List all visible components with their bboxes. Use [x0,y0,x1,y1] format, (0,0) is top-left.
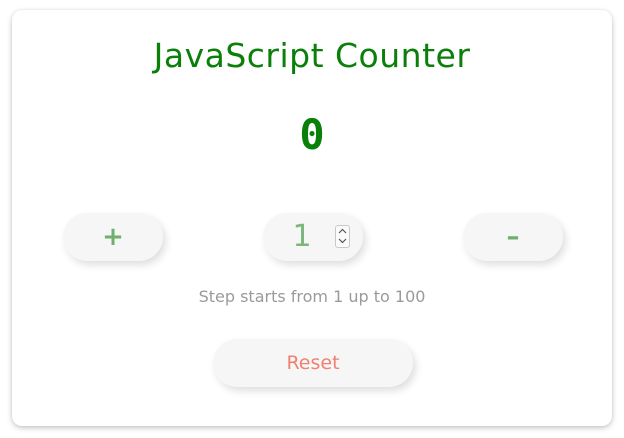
increment-button[interactable]: + [63,213,163,261]
page-title: JavaScript Counter [153,36,471,75]
reset-button-label: Reset [286,352,340,374]
step-hint: Step starts from 1 up to 100 [198,287,426,306]
step-spinner[interactable] [335,225,350,248]
chevron-up-icon[interactable] [336,226,349,236]
plus-sign: + [102,222,124,252]
counter-card: JavaScript Counter 0 + 1 – Step starts f… [12,10,612,426]
step-input-value[interactable]: 1 [289,218,315,256]
counter-value: 0 [299,110,325,159]
step-input[interactable]: 1 [263,213,363,261]
minus-sign: – [506,222,520,252]
reset-button[interactable]: Reset [213,339,413,387]
chevron-down-icon[interactable] [336,236,349,246]
decrement-button[interactable]: – [463,213,563,261]
